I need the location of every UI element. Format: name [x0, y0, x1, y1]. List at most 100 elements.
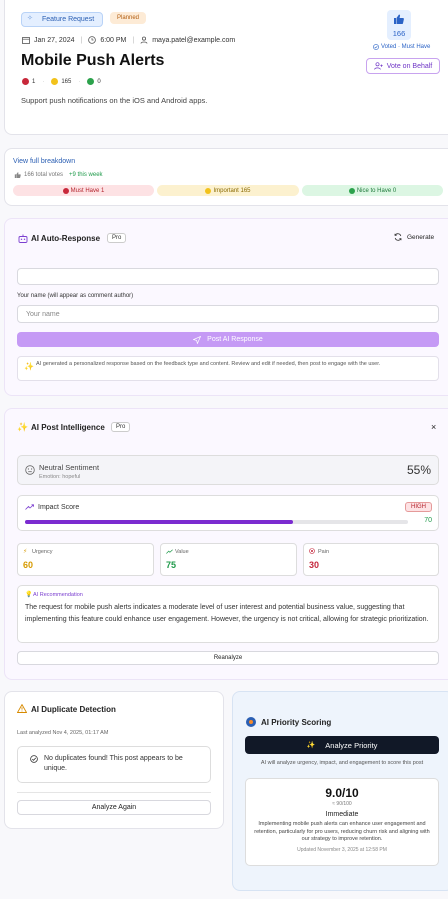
check-circle-icon	[373, 44, 379, 50]
recommendation-text: The request for mobile push alerts indic…	[25, 604, 429, 623]
total-votes: 166 total votes	[24, 172, 64, 178]
generate-button[interactable]: Generate	[394, 233, 434, 241]
zap-icon: ⚡	[23, 549, 28, 555]
sparkles-icon: ✨	[17, 422, 29, 432]
post-date: Jan 27, 2024	[34, 36, 75, 44]
yellow-circle-icon	[51, 78, 59, 85]
metric-value-card: Value 75	[160, 543, 297, 576]
recommendation-title: AI Recommendation	[33, 592, 83, 598]
red-circle-icon	[62, 187, 69, 194]
green-circle-icon	[87, 78, 95, 85]
metric-label: Value	[175, 549, 189, 555]
post-response-label: Post AI Response	[207, 336, 263, 343]
bucket-label: Important 165	[213, 187, 251, 194]
metric-label: Pain	[318, 549, 330, 555]
metric-urgency: ⚡ Urgency 60	[17, 543, 154, 576]
metric-label: Urgency	[32, 549, 53, 555]
post-description: Support push notifications on the iOS an…	[21, 96, 208, 105]
bucket-label: Must Have 1	[70, 187, 105, 194]
pro-badge: Pro	[107, 233, 127, 243]
weekly-votes: +9 this week	[69, 172, 103, 178]
priority-updated: Updated November 3, 2025 at 12:58 PM	[297, 846, 387, 853]
analyze-priority-button[interactable]: ✨ Analyze Priority	[245, 736, 439, 754]
sentiment-panel: Neutral Sentiment Emotion: hopeful 55%	[17, 455, 439, 485]
priority-hint: AI will analyze urgency, impact, and eng…	[260, 760, 424, 766]
author-email[interactable]: maya.patel@example.com	[152, 37, 235, 44]
post-title: Mobile Push Alerts	[21, 52, 165, 69]
sentiment-label: Neutral Sentiment	[39, 463, 100, 472]
sparkles-icon: ✨	[306, 742, 316, 749]
bucket-nice-to-have[interactable]: Nice to Have 0	[302, 185, 443, 196]
priority-result: 9.0/10 ≈ 90/100 Immediate Implementing m…	[245, 778, 439, 866]
sparkle-icon: ✧	[27, 15, 33, 22]
auto-response-title: AI Auto-Response	[31, 234, 101, 243]
metric-value: 60	[23, 560, 34, 570]
reanalyze-button[interactable]: Reanalyze	[17, 651, 439, 665]
emotion-label: Emotion: hopeful	[39, 474, 81, 480]
priority-title: AI Priority Scoring	[261, 718, 332, 727]
analyze-again-button[interactable]: Analyze Again	[17, 800, 211, 815]
vote-on-behalf-label: Vote on Behalf	[386, 62, 433, 70]
auto-response-card: AI Auto-Response Pro Generate Your name …	[4, 218, 448, 396]
duplicate-title: AI Duplicate Detection	[31, 705, 116, 714]
post-header-card: Feature Request ✧ Planned Jan 27, 2024 |…	[4, 0, 448, 135]
post-intelligence-card: ✨ AI Post Intelligence Pro × Neutral Sen…	[4, 408, 448, 680]
target-icon	[309, 548, 315, 554]
lightbulb-icon: 💡	[25, 592, 33, 598]
thumbs-up-icon	[14, 172, 21, 178]
reaction-count: 0	[97, 78, 101, 85]
voted-label: Voted · Must Have	[381, 44, 431, 50]
view-breakdown-link[interactable]: View full breakdown	[13, 158, 75, 165]
response-textarea[interactable]	[17, 268, 439, 285]
user-plus-icon	[373, 62, 383, 70]
impact-progress-fill	[25, 520, 294, 524]
bucket-label: Nice to Have 0	[356, 187, 397, 194]
auto-response-info: ✨ AI generated a personalized response b…	[17, 356, 439, 381]
vote-button[interactable]: 166	[387, 10, 411, 40]
info-text: AI generated a personalized response bas…	[36, 361, 381, 367]
pro-badge: Pro	[111, 422, 131, 432]
metric-value: 75	[166, 560, 177, 570]
bucket-important[interactable]: Important 165	[157, 185, 299, 196]
bucket-must-have[interactable]: Must Have 1	[13, 185, 154, 196]
name-field-label: Your name (will appear as comment author…	[17, 293, 134, 299]
reaction-count: 165	[61, 78, 72, 85]
post-time: 6:00 PM	[100, 36, 127, 44]
impact-progress-track	[25, 520, 408, 524]
red-circle-icon	[22, 78, 29, 85]
post-ai-response-button[interactable]: Post AI Response	[17, 332, 439, 347]
category-tag[interactable]: Feature Request	[21, 12, 104, 27]
metric-value: 30	[309, 560, 320, 570]
priority-explanation: Implementing mobile push alerts can enha…	[254, 821, 430, 842]
reaction-counts: 1 · 165 · 0	[22, 78, 101, 85]
status-tag: Planned	[110, 12, 147, 24]
vote-count: 166	[392, 29, 406, 38]
priority-level: Immediate	[325, 811, 359, 818]
priority-scoring-card: AI Priority Scoring ✨ Analyze Priority A…	[232, 691, 448, 891]
sparkles-icon: ✨	[24, 362, 34, 371]
yellow-circle-icon	[205, 187, 212, 194]
priority-logo-icon	[246, 717, 256, 727]
author-name-input[interactable]: Your name	[17, 305, 439, 323]
metric-pain: Pain 30	[303, 543, 439, 576]
user-icon	[140, 36, 148, 44]
close-intelligence-button[interactable]: ×	[431, 422, 436, 432]
priority-sub-score: ≈ 90/100	[332, 801, 352, 807]
impact-value: 70	[424, 517, 432, 524]
divider	[17, 792, 211, 793]
vote-on-behalf-button[interactable]: Vote on Behalf	[366, 58, 440, 74]
trending-up-icon	[166, 549, 173, 554]
robot-icon	[18, 234, 28, 243]
vote-breakdown-card: View full breakdown 166 total votes +9 t…	[4, 148, 448, 206]
last-analyzed: Last analyzed Nov 4, 2025, 01:17 AM	[17, 730, 109, 736]
calendar-icon	[22, 36, 30, 44]
sentiment-percent: 55%	[406, 463, 431, 477]
impact-panel: Impact Score HIGH 70	[17, 495, 439, 531]
analyze-priority-label: Analyze Priority	[325, 740, 378, 750]
green-circle-icon	[348, 187, 355, 194]
refresh-icon	[394, 233, 402, 241]
trending-up-icon	[25, 504, 34, 510]
generate-label: Generate	[407, 233, 435, 241]
neutral-face-icon	[25, 465, 35, 475]
thumbs-up-icon	[393, 14, 404, 24]
